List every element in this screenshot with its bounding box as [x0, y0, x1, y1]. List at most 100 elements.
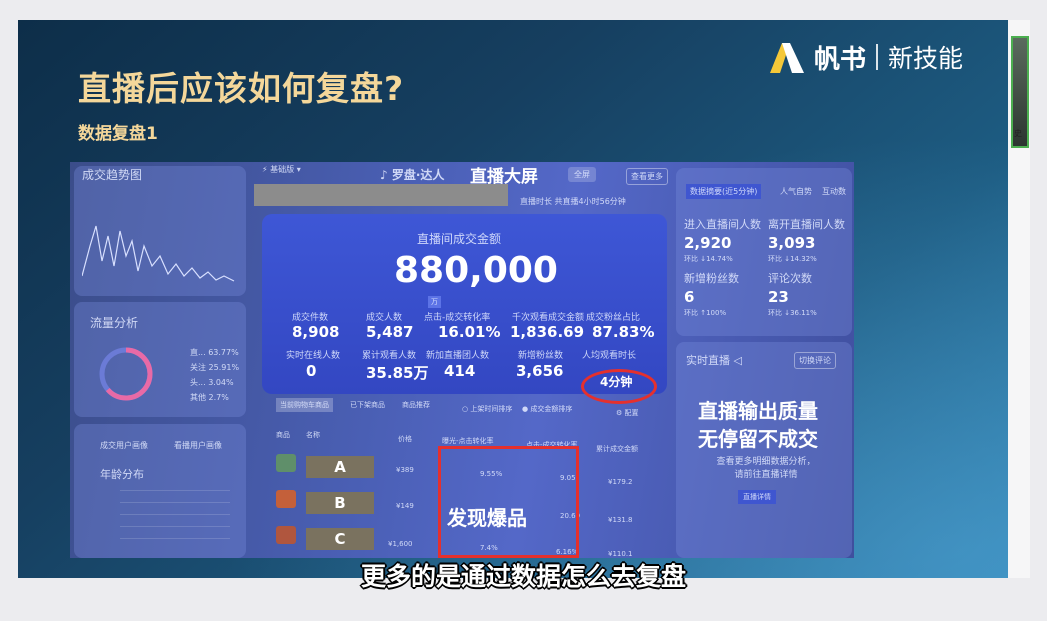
product-thumb [276, 454, 296, 472]
presentation-slide: 直播后应该如何复盘? 数据复盘1 帆书 新技能 成交趋势图 流量分析 直... … [18, 20, 1008, 578]
stat-change: 环比 ↓14.74% [684, 255, 733, 263]
gmv-unit: 万 [428, 296, 441, 308]
metric-value: 1,836.69 [510, 323, 585, 341]
product-amount: ¥131.8 [608, 516, 633, 524]
stat-label: 进入直播间人数 [684, 218, 761, 231]
live-title: 实时直播 ◁ [686, 354, 742, 367]
flow-item-4: 其他 2.7% [190, 393, 229, 402]
trend-title: 成交趋势图 [82, 168, 143, 182]
flow-title: 流量分析 [90, 316, 139, 330]
stat-label: 新增粉丝数 [684, 272, 739, 285]
summary-panel: 数据摘要(近5分钟) 人气自势 互动数 进入直播间人数 2,920 环比 ↓14… [676, 168, 852, 336]
screen-title: 直播大屏 [470, 167, 538, 187]
subtitle-caption: 更多的是通过数据怎么去复盘 [360, 562, 686, 591]
logo-divider [876, 44, 879, 70]
metric-value: 3,656 [516, 362, 564, 380]
col-header: 曝光-点击转化率 [442, 437, 494, 445]
col-header: 价格 [398, 435, 412, 443]
metric-label: 点击-成交转化率 [424, 313, 491, 323]
metric-label: 新加直播团人数 [426, 351, 490, 361]
product-name-a: A [306, 456, 374, 478]
highlight-oval [581, 369, 657, 404]
product-price: ¥1,600 [388, 540, 413, 548]
douyin-brand: ♪ 罗盘·达人 [380, 168, 445, 182]
brand-logo: 帆书 新技能 [764, 37, 963, 77]
tab-removed-products[interactable]: 已下架商品 [350, 400, 385, 410]
trend-line-chart [82, 225, 235, 282]
slide-subtitle: 数据复盘1 [78, 124, 158, 144]
tab-viewer-profile[interactable]: 看播用户画像 [174, 440, 222, 451]
stat-value: 3,093 [768, 234, 816, 252]
camera-label: 史 [1014, 129, 1022, 138]
logo-name: 帆书 [814, 44, 867, 75]
stat-label: 离开直播间人数 [768, 218, 845, 231]
metric-value: 0 [306, 362, 317, 380]
fanshu-logo-icon [764, 39, 806, 75]
tab-current-products[interactable]: 当前购物车商品 [276, 398, 333, 412]
product-name-c: C [306, 528, 374, 550]
flow-panel: 流量分析 直... 63.77% 关注 25.91% 头... 3.04% 其他… [74, 302, 246, 417]
tab-buyer-profile[interactable]: 成交用户画像 [100, 440, 148, 451]
live-duration: 直播时长 共直播4小时56分钟 [520, 197, 626, 206]
age-title: 年龄分布 [100, 468, 144, 481]
stat-label: 评论次数 [768, 272, 812, 285]
stat-change: 环比 ↑100% [684, 309, 727, 317]
trend-panel: 成交趋势图 [74, 166, 246, 296]
metric-label: 累计观看人数 [362, 351, 417, 361]
product-thumb [276, 490, 296, 508]
slide-title: 直播后应该如何复盘? [78, 69, 405, 108]
gmv-panel: 直播间成交金额 880,000 万 成交件数 8,908 成交人数 5,487 … [262, 214, 667, 394]
metric-value: 414 [444, 362, 476, 380]
annotation-quality: 直播输出质量 无停留不成交 [698, 399, 818, 451]
redacted-bar [254, 184, 508, 206]
live-hint: 查看更多明细数据分析，请前往直播详情 [716, 457, 816, 480]
product-price: ¥389 [396, 466, 414, 474]
base-dropdown[interactable]: ⚡ 基础版 ▾ [262, 164, 301, 175]
stat-change: 环比 ↓36.11% [768, 309, 817, 317]
tab-summary[interactable]: 数据摘要(近5分钟) [686, 184, 762, 199]
metric-label: 成交粉丝占比 [586, 313, 641, 323]
annotation-find-hot: 发现爆品 [447, 506, 527, 530]
product-amount: ¥179.2 [608, 478, 633, 486]
gmv-label: 直播间成交金额 [417, 232, 502, 246]
metric-value: 5,487 [366, 323, 414, 341]
metric-label: 新增粉丝数 [518, 351, 564, 361]
age-chart [120, 490, 230, 546]
config-button[interactable]: ⚙ 配置 [616, 408, 639, 418]
flow-item-3: 头... 3.04% [190, 378, 234, 387]
tab-interaction[interactable]: 互动数 [822, 186, 846, 197]
app-canvas: 直播后应该如何复盘? 数据复盘1 帆书 新技能 成交趋势图 流量分析 直... … [0, 0, 1047, 621]
product-price: ¥149 [396, 502, 414, 510]
metric-value: 87.83% [592, 323, 655, 341]
see-more-button[interactable]: 查看更多 [626, 168, 668, 185]
tab-recommended-products[interactable]: 商品推荐 [402, 400, 430, 410]
product-name-b: B [306, 492, 374, 514]
flow-item-1: 直... 63.77% [190, 348, 239, 357]
user-profile-panel: 成交用户画像 看播用户画像 年龄分布 [74, 424, 246, 558]
metric-label: 千次观看成交金额 [512, 313, 585, 323]
metric-value: 16.01% [438, 323, 501, 341]
col-header: 商品 [276, 431, 290, 439]
stat-value: 6 [684, 288, 695, 306]
metric-value: 8,908 [292, 323, 340, 341]
switch-comment-button[interactable]: 切换评论 [794, 352, 836, 369]
stat-value: 2,920 [684, 234, 732, 252]
tab-popularity[interactable]: 人气自势 [780, 186, 812, 197]
flow-item-2: 关注 25.91% [190, 363, 240, 372]
stat-value: 23 [768, 288, 789, 306]
col-header: 名称 [306, 431, 320, 439]
fullscreen-button[interactable]: 全屏 [568, 167, 596, 182]
dashboard-photo: 成交趋势图 流量分析 直... 63.77% 关注 25.91% 头... 3.… [70, 162, 854, 558]
sort-by-amount[interactable]: ● 成交金额排序 [522, 404, 572, 414]
metric-label: 实时在线人数 [286, 351, 341, 361]
sort-by-time[interactable]: ○ 上架时间排序 [462, 404, 512, 414]
metric-label: 成交件数 [292, 313, 329, 323]
metric-label: 人均观看时长 [582, 351, 637, 361]
gmv-value: 880,000 [394, 250, 558, 291]
live-detail-button[interactable]: 直播详情 [738, 490, 776, 504]
stat-change: 环比 ↓14.32% [768, 255, 817, 263]
metric-label: 成交人数 [366, 313, 403, 323]
product-thumb [276, 526, 296, 544]
flow-donut-chart [99, 347, 153, 401]
col-header: 累计成交金额 [596, 445, 638, 453]
